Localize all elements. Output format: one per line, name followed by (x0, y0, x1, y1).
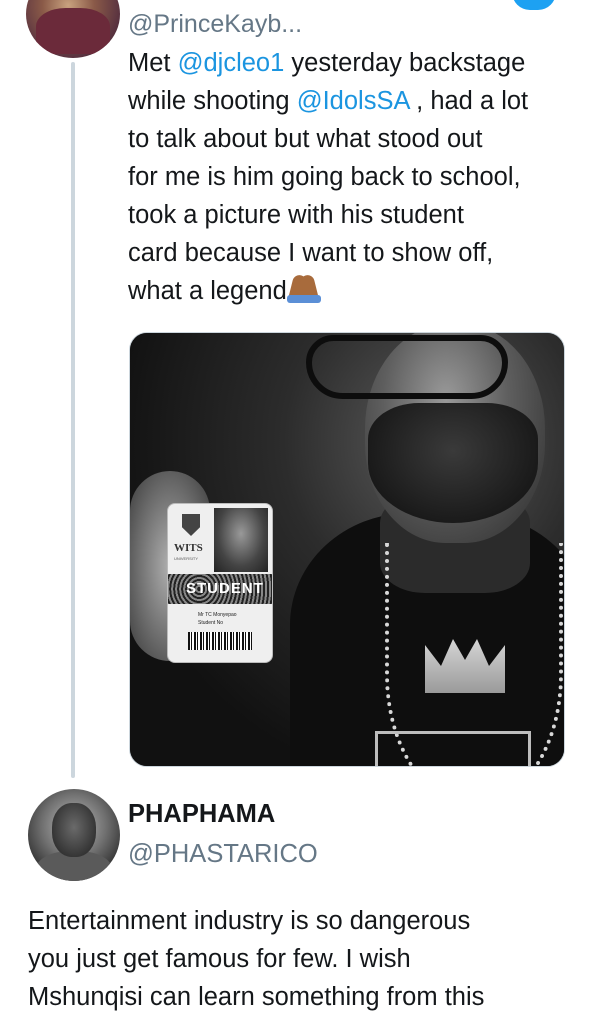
shirt-print (375, 731, 531, 766)
tweet-text: Met @djcleo1 yesterday backstage while s… (128, 44, 578, 310)
mention-link[interactable]: @IdolsSA (297, 87, 409, 115)
card-name: Mr TC Monyepao (198, 612, 237, 618)
reply-author-name[interactable]: PHAPHAMA (128, 800, 275, 829)
mention-link[interactable]: @djcleo1 (178, 49, 285, 77)
card-label: STUDENT (186, 580, 264, 597)
card-university: UNIVERSITY (174, 556, 199, 561)
author-handle[interactable]: @PrinceKayb... (128, 10, 302, 39)
photo-beard (368, 403, 538, 523)
folded-hands-emoji (286, 273, 321, 303)
avatar-head (52, 803, 96, 857)
tweet-line: to talk about but what stood out (128, 125, 483, 153)
thread-connector-line (71, 62, 75, 778)
card-portrait (214, 508, 268, 572)
tweet-photo[interactable]: WITS UNIVERSITY STUDENT Mr TC Monyepao S… (129, 332, 565, 767)
reply-author-handle[interactable]: @PHASTARICO (128, 840, 318, 869)
photo-glasses (306, 335, 508, 399)
reply-avatar[interactable] (28, 789, 120, 881)
reply-line: Entertainment industry is so dangerous (28, 907, 471, 935)
student-card: WITS UNIVERSITY STUDENT Mr TC Monyepao S… (167, 503, 273, 663)
reply-line: you just get famous for few. I wish (28, 945, 411, 973)
tweet-line: for me is him going back to school, (128, 163, 521, 191)
author-avatar[interactable] (26, 0, 120, 58)
university-crest-icon (182, 514, 200, 536)
twitter-bird-icon (512, 0, 556, 10)
reply-text: Entertainment industry is so dangerous y… (28, 902, 588, 1016)
avatar-shoulders (36, 8, 110, 54)
tweet-line: while shooting @IdolsSA , had a lot (128, 87, 529, 115)
tweet-line: what a legend (128, 272, 578, 310)
card-number: Student No (198, 620, 224, 626)
tweet-line: Met @djcleo1 yesterday backstage (128, 49, 526, 77)
tweet-line: card because I want to show off, (128, 239, 494, 267)
tweet-line: took a picture with his student (128, 201, 464, 229)
card-barcode (188, 632, 252, 650)
reply-line: Mshunqisi can learn something from this (28, 983, 485, 1011)
card-logo: WITS (174, 542, 203, 554)
